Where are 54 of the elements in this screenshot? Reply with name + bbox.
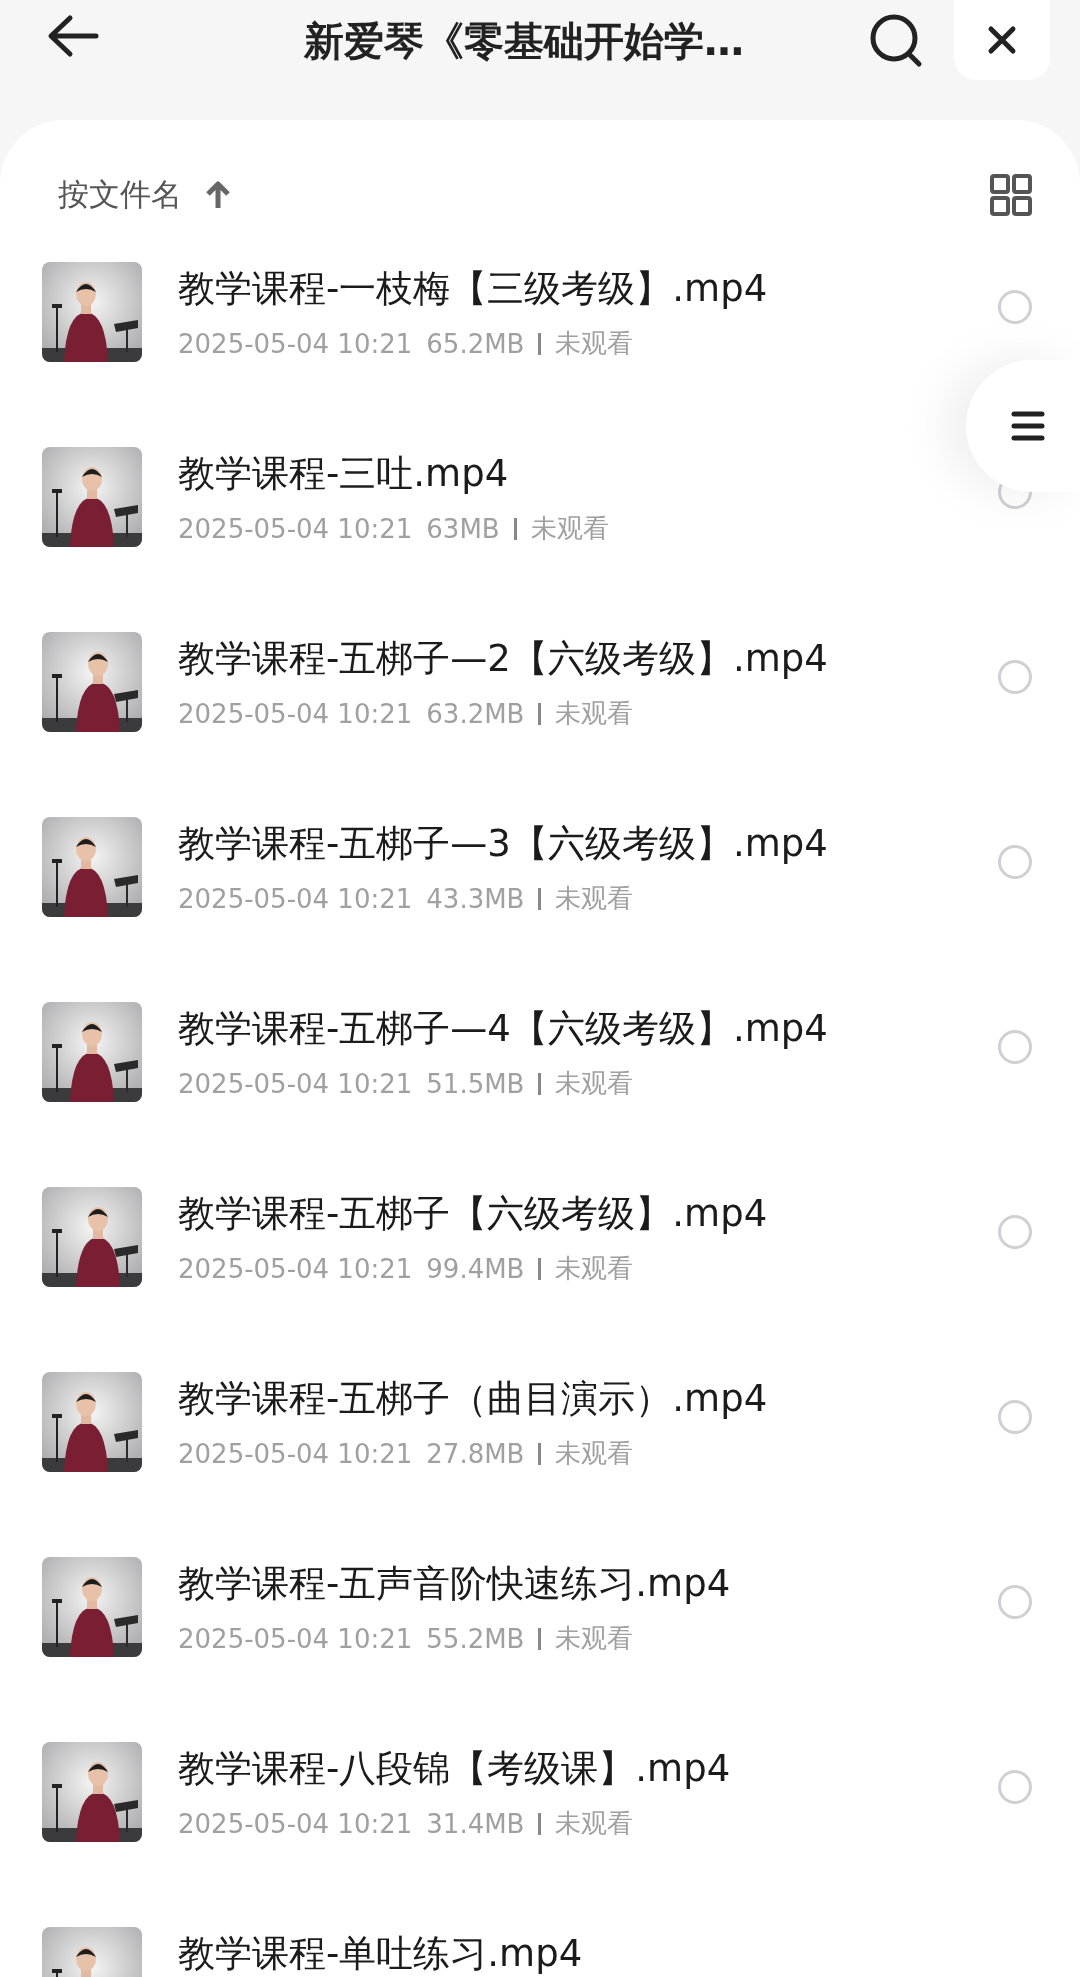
select-radio[interactable] <box>998 290 1032 324</box>
file-size: 55.2MB <box>426 1623 525 1654</box>
file-date: 2025-05-04 10:21 <box>178 513 413 544</box>
select-radio[interactable] <box>998 660 1032 694</box>
menu-icon <box>1011 411 1045 441</box>
file-name[interactable]: 教学课程-五梆子【六级考级】.mp4 <box>178 1189 962 1239</box>
file-name[interactable]: 教学课程-单吐练习.mp4 <box>178 1929 1032 1977</box>
watch-status: 未观看 <box>555 327 634 360</box>
back-icon[interactable] <box>46 14 100 58</box>
file-name[interactable]: 教学课程-八段锦【考级课】.mp4 <box>178 1744 962 1794</box>
select-radio[interactable] <box>998 845 1032 879</box>
file-size: 99.4MB <box>426 1253 525 1284</box>
up-arrow-icon <box>204 180 232 210</box>
select-radio[interactable] <box>998 1215 1032 1249</box>
file-size: 65.2MB <box>426 328 525 359</box>
watch-status: 未观看 <box>555 1252 634 1285</box>
search-icon[interactable] <box>868 12 924 68</box>
file-size: 31.4MB <box>426 1808 525 1839</box>
file-date: 2025-05-04 10:21 <box>178 1808 413 1839</box>
select-radio[interactable] <box>998 1030 1032 1064</box>
file-size: 63.2MB <box>426 698 525 729</box>
file-name[interactable]: 教学课程-五梆子（曲目演示）.mp4 <box>178 1374 962 1424</box>
watch-status: 未观看 <box>555 1807 634 1840</box>
file-name[interactable]: 教学课程-五梆子—2【六级考级】.mp4 <box>178 634 962 684</box>
file-name[interactable]: 教学课程-五梆子—4【六级考级】.mp4 <box>178 1004 962 1054</box>
file-size: 51.5MB <box>426 1068 525 1099</box>
watch-status: 未观看 <box>555 882 634 915</box>
file-date: 2025-05-04 10:21 <box>178 1623 413 1654</box>
file-date: 2025-05-04 10:21 <box>178 328 413 359</box>
file-size: 63MB <box>426 513 500 544</box>
file-name[interactable]: 教学课程-五梆子—3【六级考级】.mp4 <box>178 819 962 869</box>
file-date: 2025-05-04 10:21 <box>178 883 413 914</box>
watch-status: 未观看 <box>555 1622 634 1655</box>
file-size: 43.3MB <box>426 883 525 914</box>
select-radio[interactable] <box>998 1770 1032 1804</box>
file-date: 2025-05-04 10:21 <box>178 1253 413 1284</box>
file-name[interactable]: 教学课程-五声音阶快速练习.mp4 <box>178 1559 962 1609</box>
close-button[interactable] <box>954 0 1050 80</box>
file-date: 2025-05-04 10:21 <box>178 1068 413 1099</box>
file-size: 27.8MB <box>426 1438 525 1469</box>
sort-button[interactable]: 按文件名 <box>58 174 232 216</box>
watch-status: 未观看 <box>555 1067 634 1100</box>
watch-status: 未观看 <box>555 697 634 730</box>
window-title: 新爱琴《零基础开始学… <box>303 17 745 66</box>
close-icon <box>987 25 1017 55</box>
select-radio[interactable] <box>998 1585 1032 1619</box>
watch-status: 未观看 <box>530 512 609 545</box>
file-date: 2025-05-04 10:21 <box>178 698 413 729</box>
grid-view-icon[interactable] <box>990 174 1032 216</box>
select-radio[interactable] <box>998 1400 1032 1434</box>
file-date: 2025-05-04 10:21 <box>178 1438 413 1469</box>
watch-status: 未观看 <box>555 1437 634 1470</box>
file-name[interactable]: 教学课程-三吐.mp4 <box>178 449 962 499</box>
file-name[interactable]: 教学课程-一枝梅【三级考级】.mp4 <box>178 264 962 314</box>
